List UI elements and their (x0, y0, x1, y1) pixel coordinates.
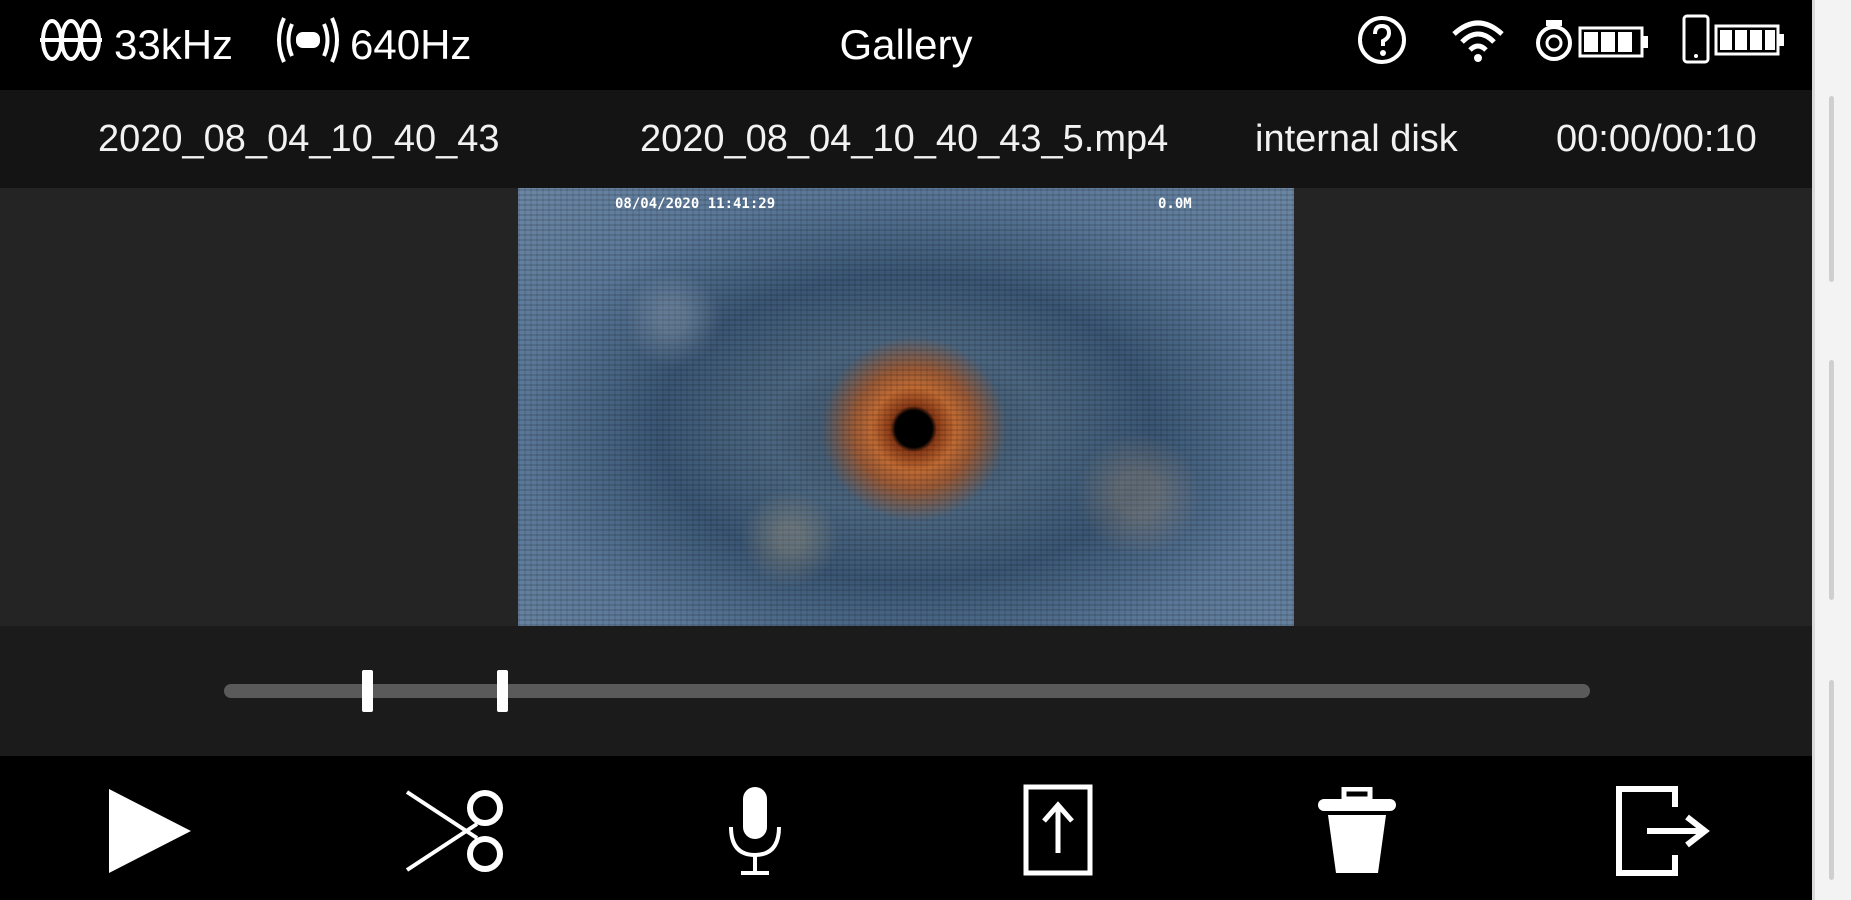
microphone-icon (729, 787, 781, 875)
file-name: 2020_08_04_10_40_43_5.mp4 (640, 118, 1169, 160)
right-edge-scrollbar (1812, 0, 1851, 900)
video-distance-overlay: 0.0M (1158, 196, 1192, 212)
scroll-notch-top (1829, 96, 1834, 282)
clip-start-handle[interactable] (362, 670, 373, 712)
trim-button[interactable] (400, 776, 510, 886)
export-icon (1023, 784, 1093, 876)
wifi-icon (1450, 16, 1506, 74)
camera-battery-status (1530, 0, 1658, 90)
bottom-toolbar (0, 756, 1812, 900)
video-area: 08/04/2020 11:41:29 0.0M (0, 188, 1812, 626)
scroll-notch-middle (1829, 360, 1834, 600)
exit-button[interactable] (1608, 776, 1718, 886)
record-audio-button[interactable] (700, 776, 810, 886)
status-bar: 33kHz 640Hz Gallery (0, 0, 1812, 90)
file-info-bar: 2020_08_04_10_40_43 2020_08_04_10_40_43_… (0, 90, 1812, 188)
phone-battery-icon (1680, 12, 1792, 78)
scrub-bar (0, 626, 1812, 756)
video-frame[interactable]: 08/04/2020 11:41:29 0.0M (518, 188, 1294, 626)
wifi-status[interactable] (1450, 0, 1506, 90)
timeline-track[interactable] (224, 684, 1590, 698)
scissors-icon (405, 790, 503, 872)
delete-button[interactable] (1302, 776, 1412, 886)
gallery-screen: 33kHz 640Hz Gallery 2020_08_04_10_40_43 … (0, 0, 1812, 900)
help-icon (1356, 14, 1408, 76)
scroll-notch-bottom (1829, 680, 1834, 880)
exit-icon (1616, 786, 1710, 876)
playback-time: 00:00/00:10 (1556, 118, 1757, 160)
export-button[interactable] (1003, 776, 1113, 886)
storage-location: internal disk (1255, 118, 1458, 160)
play-button[interactable] (94, 776, 204, 886)
camera-battery-icon (1530, 14, 1658, 76)
folder-name: 2020_08_04_10_40_43 (98, 118, 500, 160)
trash-icon (1318, 787, 1396, 873)
play-icon (109, 789, 191, 873)
device-battery-status (1680, 0, 1792, 90)
video-timestamp-overlay: 08/04/2020 11:41:29 (615, 196, 776, 212)
help-button[interactable] (1356, 0, 1408, 90)
clip-end-handle[interactable] (497, 670, 508, 712)
